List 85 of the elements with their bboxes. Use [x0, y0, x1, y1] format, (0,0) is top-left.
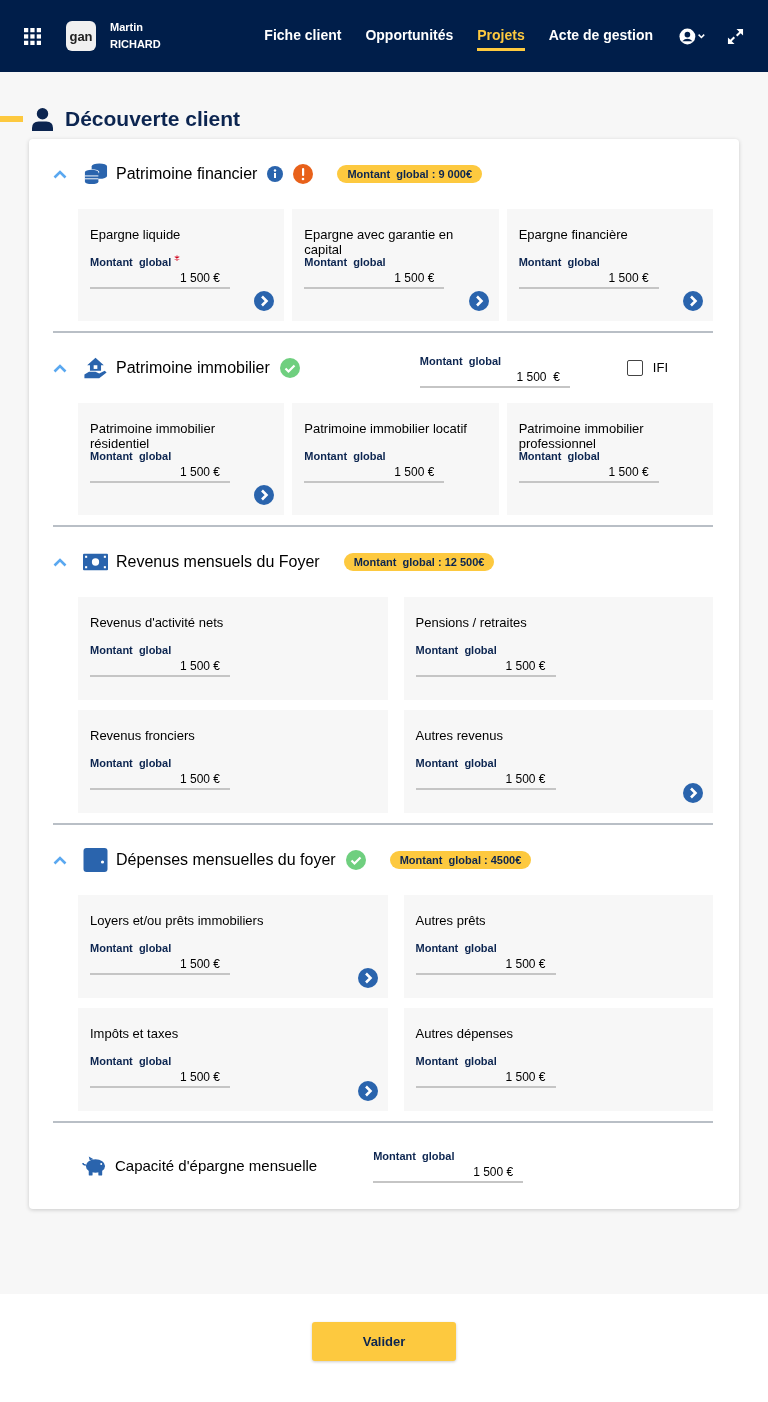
expand-icon — [727, 27, 744, 45]
user-first-name: Martin — [110, 20, 144, 35]
coins-icon — [83, 162, 108, 186]
amount-input[interactable]: 1 500 € — [415, 1068, 556, 1088]
house-hand-icon — [83, 356, 108, 380]
card-title: Epargne avec garantie en capital — [304, 227, 455, 257]
amount-input[interactable]: 1 500 € — [415, 657, 556, 677]
nav-tab[interactable]: Projets — [477, 21, 525, 51]
app-logo: gan — [66, 21, 96, 51]
card-title: Revenus fronciers — [90, 728, 196, 745]
collapse-icon — [53, 169, 67, 179]
card-title: Patrimoine immobilier résidentiel — [90, 421, 216, 451]
card-title: Epargne financière — [518, 227, 629, 244]
chevron-right-icon[interactable] — [468, 291, 489, 311]
apps-grid-icon — [24, 27, 41, 45]
card-title: Autres dépenses — [415, 1026, 515, 1043]
field-label: Montant global — [415, 1054, 497, 1068]
amount-input[interactable]: 1 500 € — [415, 770, 556, 790]
total-badge: Montant global : 9 000€ — [337, 164, 483, 184]
card-title: Patrimoine immobilier professionnel — [518, 421, 645, 451]
amount-input[interactable]: 1 500 € — [90, 657, 230, 677]
card-title: Epargne liquide — [90, 227, 182, 244]
total-badge: Montant global : 12 500€ — [343, 552, 495, 572]
section-title: Revenus mensuels du Foyer — [116, 552, 320, 572]
field-label: Montant global — [373, 1149, 455, 1163]
field-label: Montant global — [304, 449, 386, 463]
account-menu-icon — [679, 27, 707, 45]
amount-input[interactable]: 1 500 € — [90, 1068, 230, 1088]
field-label: Montant global — [90, 643, 172, 657]
chevron-right-icon[interactable] — [254, 291, 275, 311]
amount-input[interactable]: 1 500 € — [518, 463, 659, 483]
section-title: Capacité d'épargne mensuelle — [115, 1155, 318, 1176]
amount-input[interactable]: 1 500 € — [90, 463, 230, 483]
amount-input[interactable]: 1 500 € — [90, 955, 230, 975]
collapse-icon — [53, 557, 67, 567]
field-label: Montant global — [415, 756, 497, 770]
wallet-icon — [83, 848, 108, 872]
amount-input[interactable]: 1 500 € — [518, 269, 659, 289]
chevron-right-icon[interactable] — [357, 968, 378, 988]
field-label: Montant global — [90, 1054, 172, 1068]
user-last-name: RICHARD — [110, 37, 161, 52]
nav-tab[interactable]: Acte de gestion — [548, 21, 653, 51]
collapse-icon — [53, 855, 67, 865]
chevron-right-icon[interactable] — [683, 291, 703, 311]
field-label: Montant global — [90, 941, 172, 955]
section-title: Dépenses mensuelles du foyer — [116, 850, 336, 870]
field-label: Montant global — [90, 756, 172, 770]
section-title: Patrimoine immobilier — [116, 358, 270, 378]
amount-input[interactable]: 1 500 € — [90, 269, 230, 289]
chevron-right-icon[interactable] — [357, 1081, 378, 1101]
amount-input[interactable]: 1 500 € — [373, 1163, 524, 1183]
chevron-right-icon[interactable] — [683, 783, 703, 803]
card-title: Revenus d'activité nets — [90, 615, 225, 632]
card-title: Impôts et taxes — [90, 1026, 180, 1043]
checkbox-label: IFI — [652, 359, 668, 378]
card-title: Loyers et/ou prêts immobiliers — [90, 913, 265, 930]
amount-input[interactable]: 1 500 € — [304, 269, 445, 289]
title-accent-bar — [0, 116, 23, 122]
amount-input[interactable]: 1 500 € — [415, 955, 556, 975]
field-label: Montant global — [419, 354, 502, 368]
page-title: Découverte client — [65, 106, 241, 133]
section-title: Patrimoine financier — [116, 164, 258, 184]
card-title: Autres revenus — [415, 728, 504, 745]
chevron-right-icon[interactable] — [254, 485, 275, 505]
field-label: Montant global — [415, 941, 497, 955]
collapse-icon — [53, 363, 67, 373]
card-title: Autres prêts — [415, 913, 487, 930]
card-title: Patrimoine immobilier locatif — [304, 421, 468, 438]
person-icon — [32, 107, 53, 131]
card-title: Pensions / retraites — [415, 615, 528, 632]
field-label: Montant global — [415, 643, 497, 657]
field-label: Montant global — [304, 256, 386, 269]
field-label: Montant global — [90, 449, 172, 463]
field-label: Montant global — [90, 255, 172, 269]
nav-tab[interactable]: Fiche client — [264, 21, 342, 51]
amount-input[interactable]: 1 500 € — [419, 368, 570, 388]
nav-tab[interactable]: Opportunités — [365, 21, 454, 51]
ifi-checkbox[interactable] — [626, 360, 643, 376]
field-label: Montant global — [518, 450, 600, 463]
piggy-bank-icon — [82, 1155, 107, 1177]
field-label: Montant global — [518, 255, 600, 269]
amount-input[interactable]: 1 500 € — [90, 770, 230, 790]
total-badge: Montant global : 4500€ — [389, 850, 532, 870]
submit-button[interactable]: Valider — [312, 1322, 456, 1361]
amount-input[interactable]: 1 500 € — [304, 463, 445, 483]
